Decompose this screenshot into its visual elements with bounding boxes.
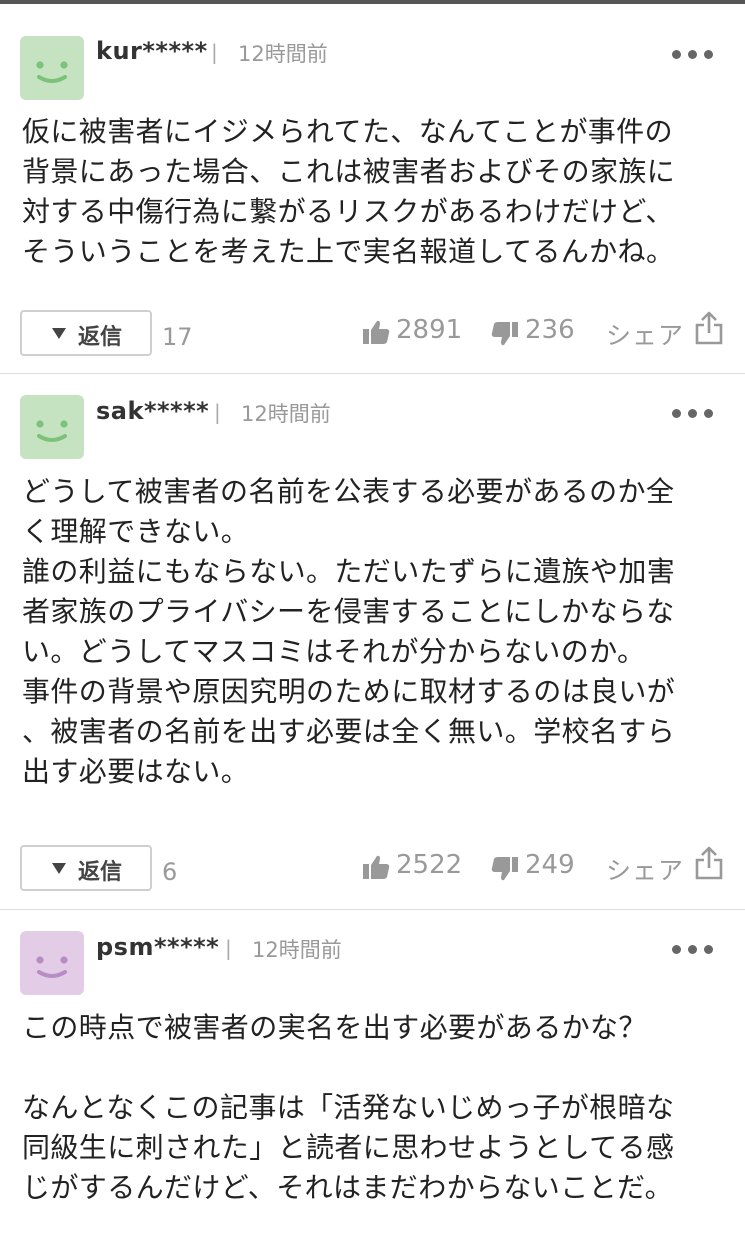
comment-body: どうして被害者の名前を公表する必要があるのか全 く理解できない。 誰の利益にもな… [22,475,676,788]
avatar [20,395,84,459]
more-dots-icon[interactable] [672,47,714,61]
reply-button[interactable]: 返信 [20,845,152,891]
reply-label: 返信 [78,860,123,885]
reply-button[interactable]: 返信 [20,310,152,356]
reply-count: 6 [162,858,178,886]
like-button[interactable]: 2891 [362,315,462,349]
comment-body: 仮に被害者にイジメられてた、なんてことが事件の 背景にあった場合、これは被害者お… [22,115,676,268]
more-dots-icon[interactable] [672,942,714,956]
dislike-count: 249 [525,850,575,880]
dislike-button[interactable]: 249 [491,850,581,884]
triangle-down-icon [52,863,66,874]
username[interactable]: sak***** [96,397,209,425]
share-icon[interactable] [693,310,725,346]
thumbs-up-icon [363,855,390,879]
timestamp: 12時間前 [241,402,331,426]
dislike-button[interactable]: 236 [491,315,581,349]
thumbs-up-icon [363,320,390,344]
like-button[interactable]: 2522 [362,850,462,884]
share-label[interactable]: シェア [606,316,684,352]
smiley-face-icon [36,956,68,978]
reply-label: 返信 [78,325,123,350]
meta-separator: | [211,40,218,64]
top-border [0,0,745,4]
thumbs-down-icon [491,322,518,346]
timestamp: 12時間前 [252,938,342,962]
smiley-face-icon [36,420,68,442]
timestamp: 12時間前 [238,42,328,66]
triangle-down-icon [52,328,66,339]
comment-divider [0,909,745,910]
more-dots-icon[interactable] [672,406,714,420]
comment-divider [0,373,745,374]
meta-separator: | [225,936,232,960]
like-count: 2891 [396,315,463,345]
smiley-face-icon [36,61,68,83]
username[interactable]: psm***** [96,933,219,961]
comment-body: この時点で被害者の実名を出す必要があるかな？ なんとなくこの記事は「活発ないじめ… [22,1011,675,1204]
share-label[interactable]: シェア [606,851,684,887]
thumbs-down-icon [491,857,518,881]
avatar [20,931,84,995]
dislike-count: 236 [525,315,575,345]
username[interactable]: kur***** [96,37,208,65]
like-count: 2522 [396,850,463,880]
reply-count: 17 [162,323,193,351]
share-icon[interactable] [693,845,725,881]
avatar [20,36,84,100]
meta-separator: | [214,400,221,424]
